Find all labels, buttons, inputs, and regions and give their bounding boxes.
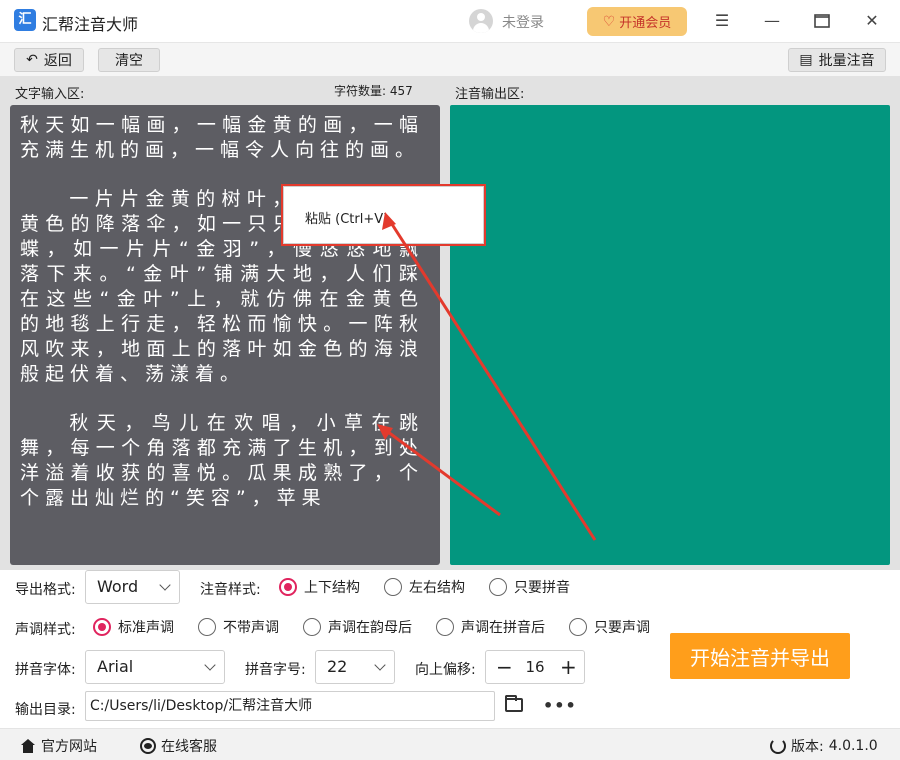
more-icon[interactable]: ••• [543,696,577,715]
official-site-link[interactable]: 官方网站 [20,736,97,756]
radio-label: 不带声调 [223,620,279,636]
diamond-heart-icon: ♡ [602,13,616,30]
text-input-area[interactable]: 秋天如一幅画，一幅金黄的画，一幅充满生机的画，一幅令人向往的画。 一片片金黄的树… [10,105,440,565]
pinyin-style-label: 注音样式: [200,582,261,598]
pinyin-size-value: 22 [327,657,348,676]
official-site-label: 官方网站 [41,739,97,755]
radio-checked-icon [93,618,111,636]
back-button[interactable]: ↶ 返回 [14,48,84,72]
pinyin-font-select[interactable]: Arial [85,650,225,684]
pinyin-font-label: 拼音字体: [15,662,76,678]
radio-tone-only[interactable]: 只要声调 [569,617,650,637]
customer-service-icon [140,738,156,754]
toolbar: ↶ 返回 清空 ▤ 批量注音 [0,42,900,76]
close-icon[interactable]: ✕ [858,8,886,34]
radio-unchecked-icon [436,618,454,636]
title-bar: 汇 汇帮注音大师 未登录 ♡ 开通会员 ☰ — ✕ [0,0,900,42]
radio-tone-after-pinyin[interactable]: 声调在拼音后 [436,617,545,637]
radio-label: 左右结构 [409,580,465,596]
chevron-down-icon [204,659,216,671]
output-dir-input[interactable]: C:/Users/li/Desktop/汇帮注音大师 [85,691,495,721]
input-area-label: 文字输入区: [15,87,85,102]
refresh-icon [770,738,786,754]
context-menu: 粘贴 (Ctrl+V) [281,184,486,246]
radio-label: 只要拼音 [514,580,570,596]
main-area: 文字输入区: 字符数量: 457 注音输出区: 秋天如一幅画，一幅金黄的画，一幅… [0,76,900,570]
radio-label: 上下结构 [304,580,360,596]
offset-label: 向上偏移: [415,662,476,678]
text-paragraph: 秋天，鸟儿在欢唱，小草在跳舞，每一个角落都充满了生机，到处洋溢着收获的喜悦。瓜果… [20,412,424,509]
offset-value[interactable]: 16 [525,658,544,676]
radio-unchecked-icon [569,618,587,636]
export-format-select[interactable]: Word [85,570,180,604]
export-format-label: 导出格式: [15,582,76,598]
pinyin-size-select[interactable]: 22 [315,650,395,684]
chevron-down-icon [159,579,171,591]
output-area-label: 注音输出区: [455,87,525,102]
clear-button[interactable]: 清空 [98,48,160,72]
text-paragraph: 秋天如一幅画，一幅金黄的画，一幅充满生机的画，一幅令人向往的画。 [20,114,424,161]
footer: 官方网站 在线客服 版本: 4.0.1.0 [0,728,900,760]
radio-checked-icon [279,578,297,596]
radio-unchecked-icon [198,618,216,636]
version-number: 4.0.1.0 [828,738,878,754]
version-info[interactable]: 版本: 4.0.1.0 [770,736,878,756]
radio-tone-after-final[interactable]: 声调在韵母后 [303,617,412,637]
radio-label: 声调在韵母后 [328,620,412,636]
vip-button[interactable]: ♡ 开通会员 [587,7,687,36]
radio-unchecked-icon [303,618,321,636]
pinyin-size-label: 拼音字号: [245,662,306,678]
batch-label: 批量注音 [818,53,875,69]
home-icon [20,739,36,753]
radio-label: 声调在拼音后 [461,620,545,636]
online-service-link[interactable]: 在线客服 [140,736,217,756]
radio-pinyin-only[interactable]: 只要拼音 [489,577,570,597]
app-logo-icon: 汇 [14,9,36,31]
plus-button[interactable]: + [560,655,577,679]
folder-icon[interactable] [505,695,523,712]
output-dir-label: 输出目录: [15,702,76,718]
radio-unchecked-icon [489,578,507,596]
offset-stepper[interactable]: − 16 + [485,650,585,684]
radio-label: 只要声调 [594,620,650,636]
login-status[interactable]: 未登录 [502,12,544,32]
menu-icon[interactable]: ☰ [708,8,736,34]
version-label: 版本: [791,739,824,755]
vip-label: 开通会员 [619,16,672,31]
minus-button[interactable]: − [496,655,513,679]
radio-top-bottom[interactable]: 上下结构 [279,577,360,597]
radio-label: 标准声调 [118,620,174,636]
radio-unchecked-icon [384,578,402,596]
online-service-label: 在线客服 [161,739,217,755]
document-icon: ▤ [799,52,813,68]
batch-pinyin-button[interactable]: ▤ 批量注音 [788,48,886,72]
radio-standard-tone[interactable]: 标准声调 [93,617,174,637]
maximize-icon[interactable] [808,8,836,34]
back-arrow-icon: ↶ [26,52,38,68]
pinyin-output-area[interactable] [450,105,890,565]
start-export-button[interactable]: 开始注音并导出 [670,633,850,679]
user-avatar-icon[interactable] [469,9,493,33]
app-title: 汇帮注音大师 [42,15,139,34]
chevron-down-icon [374,659,386,671]
radio-no-tone[interactable]: 不带声调 [198,617,279,637]
back-label: 返回 [43,53,72,69]
minimize-icon[interactable]: — [758,8,786,34]
settings-panel: 导出格式: Word 注音样式: 上下结构 左右结构 只要拼音 声调样式: 标准… [0,570,900,728]
char-count: 字符数量: 457 [334,84,413,98]
paste-menu-item[interactable]: 粘贴 (Ctrl+V) [305,208,388,227]
radio-left-right[interactable]: 左右结构 [384,577,465,597]
export-format-value: Word [97,577,139,596]
tone-style-label: 声调样式: [15,622,76,638]
pinyin-font-value: Arial [97,657,134,676]
